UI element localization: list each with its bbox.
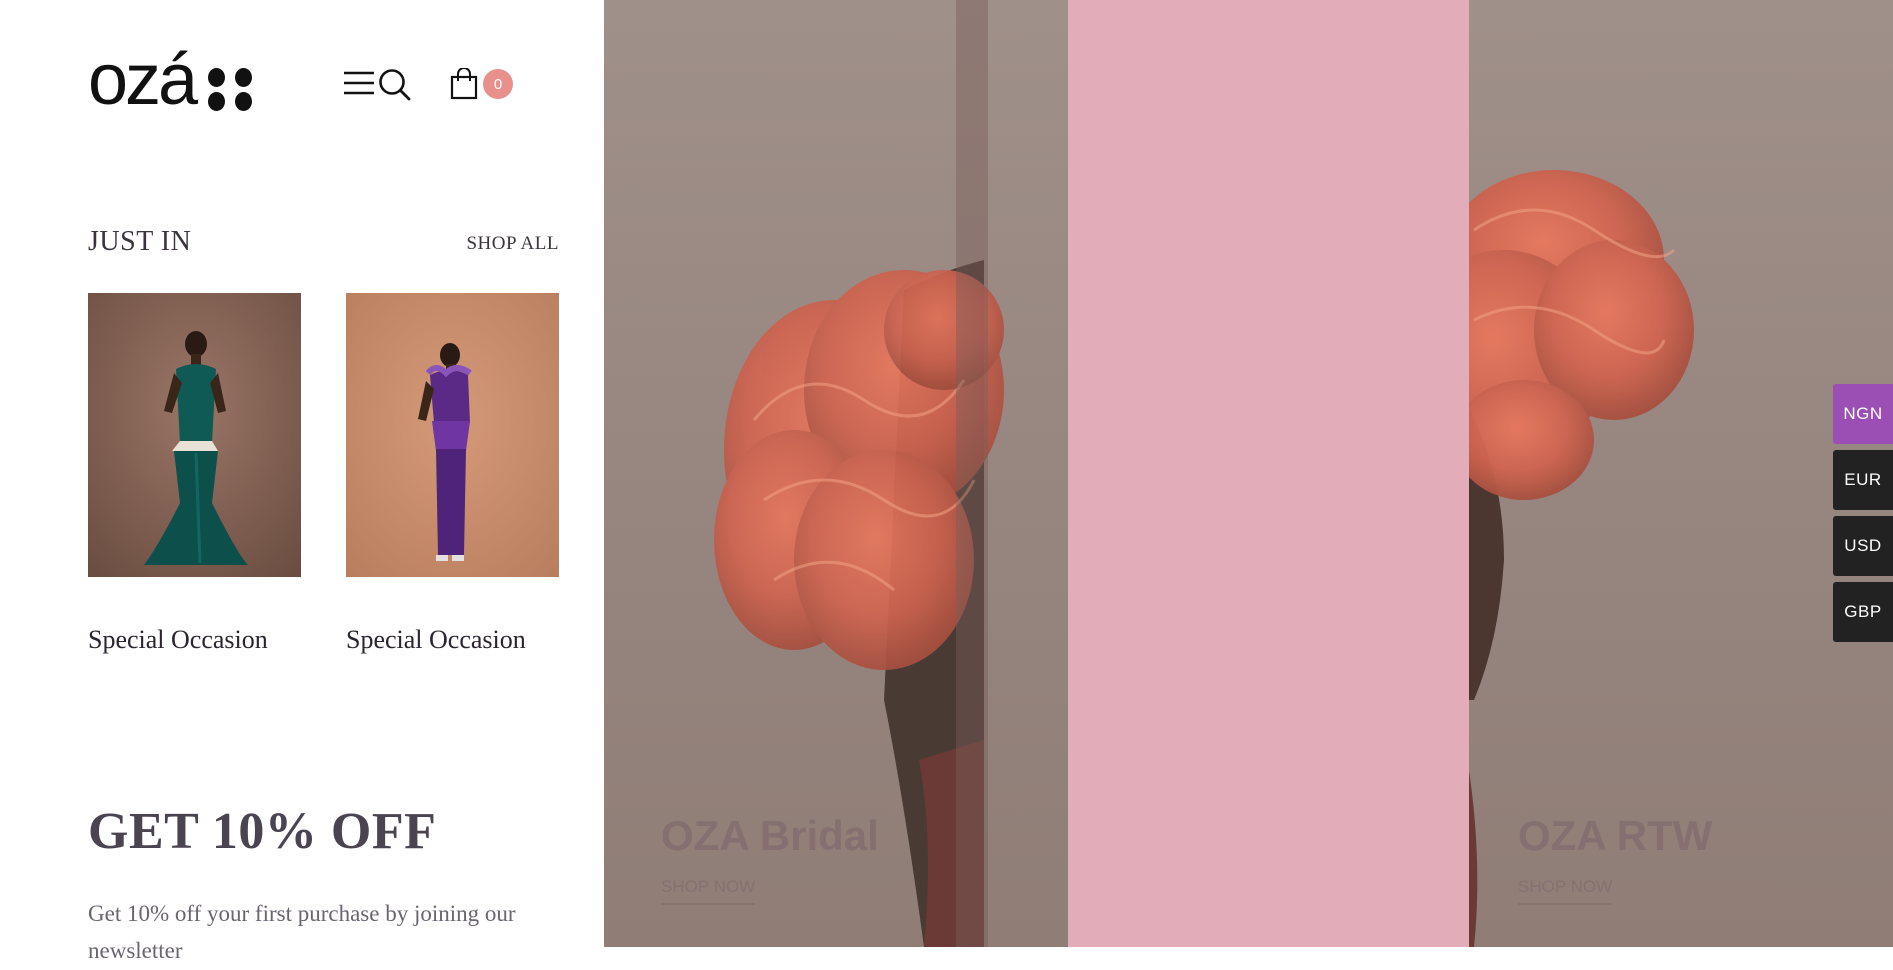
oza-logo[interactable]: ozá [88,44,256,116]
product-card[interactable]: Special Occasion [346,293,559,655]
hero-link-rtw[interactable]: SHOP NOW [1518,877,1613,905]
currency-eur-button[interactable]: EUR [1833,450,1893,510]
shopping-bag-icon[interactable] [450,67,478,100]
hero-link-bridal[interactable]: SHOP NOW [661,877,756,905]
hero-image [604,0,1893,947]
hamburger-menu-icon[interactable] [343,70,375,96]
promo-text: Get 10% off your first purchase by joini… [88,901,516,963]
left-panel: ozá 0 JUST IN SHOP ALL Special Occasion … [0,0,604,963]
search-icon[interactable] [378,68,411,101]
shop-all-link[interactable]: SHOP ALL [466,233,559,255]
currency-usd-button[interactable]: USD [1833,516,1893,576]
hero-title-bridal: OZA Bridal [661,812,879,859]
just-in-heading: JUST IN [88,226,192,257]
currency-ngn-button[interactable]: NGN [1833,384,1893,444]
cart-count-badge[interactable]: 0 [483,69,513,99]
product-name[interactable]: Special Occasion [88,625,301,655]
logo-dots-icon [208,68,256,116]
logo-text: ozá [88,40,198,120]
product-card[interactable]: Special Occasion [88,293,301,655]
promo-title: GET 10% OFF [88,803,437,860]
product-name[interactable]: Special Occasion [346,625,559,655]
product-image[interactable] [346,293,559,577]
product-image[interactable] [88,293,301,577]
hero-banner[interactable]: OZA Bridal SHOP NOW OZA RTW SHOP NOW [604,0,1893,947]
hero-title-rtw: OZA RTW [1518,812,1713,859]
currency-gbp-button[interactable]: GBP [1833,582,1893,642]
